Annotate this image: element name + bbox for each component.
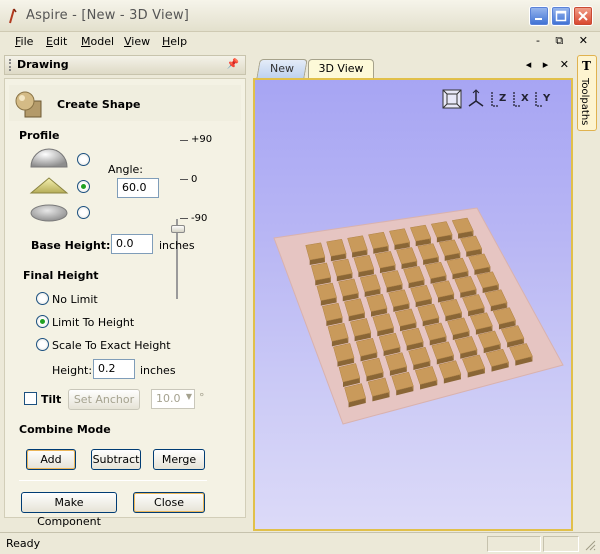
degree-symbol: ° xyxy=(199,391,205,404)
angle-label: Angle: xyxy=(108,163,144,176)
status-text: Ready xyxy=(6,537,41,550)
tab-nav-controls[interactable]: ◂ ▸ ✕ xyxy=(526,58,573,71)
tilt-label: Tilt xyxy=(41,393,62,406)
profile-radio-flat[interactable] xyxy=(77,206,90,219)
window-title: Aspire - [New - 3D View] xyxy=(26,8,190,23)
front-view-icon[interactable]: X xyxy=(509,88,531,110)
tilt-value-select[interactable]: 10.0 ▼ xyxy=(151,389,195,409)
profile-radio-cone[interactable] xyxy=(77,180,90,193)
slider-label-minus90: -90 xyxy=(191,213,208,224)
combine-mode-label: Combine Mode xyxy=(19,423,111,436)
menu-file[interactable]: File xyxy=(15,35,33,48)
chevron-down-icon: ▼ xyxy=(185,392,192,401)
final-height-radio-no-limit[interactable] xyxy=(36,292,49,305)
grip-handle[interactable] xyxy=(9,59,12,71)
angle-slider-thumb[interactable] xyxy=(171,225,185,233)
make-component-button[interactable]: Make Component xyxy=(21,492,117,528)
menu-help[interactable]: Help xyxy=(162,35,187,48)
base-height-label: Base Height: xyxy=(31,239,111,252)
tilt-checkbox[interactable] xyxy=(24,392,37,405)
base-height-input[interactable]: 0.0 xyxy=(111,234,153,254)
final-height-option-no-limit[interactable]: No Limit xyxy=(52,293,98,306)
merge-button[interactable]: Merge xyxy=(153,449,205,470)
axis-label-x: X xyxy=(521,93,529,104)
close-icon xyxy=(578,11,588,21)
final-height-label: Final Height xyxy=(23,269,99,282)
tab-3d-view[interactable]: 3D View xyxy=(308,59,374,79)
minimize-icon xyxy=(535,18,542,20)
angle-input[interactable]: 60.0 xyxy=(117,178,159,198)
document-tabs: New 3D View ◂ ▸ ✕ xyxy=(250,55,575,79)
toolpaths-label: Toolpaths xyxy=(579,78,590,126)
set-anchor-button[interactable]: Set Anchor xyxy=(68,389,140,410)
iso-view-icon[interactable] xyxy=(465,88,487,110)
tab-new-label: New xyxy=(270,62,294,75)
dome-profile-icon[interactable] xyxy=(29,147,69,169)
side-view-icon[interactable]: Y xyxy=(531,88,553,110)
final-height-radio-limit[interactable] xyxy=(36,315,49,328)
menu-view[interactable]: View xyxy=(124,35,150,48)
profile-radio-dome[interactable] xyxy=(77,153,90,166)
close-window-button[interactable] xyxy=(573,6,593,26)
create-shape-icon xyxy=(15,91,42,118)
slider-label-plus90: +90 xyxy=(191,134,213,145)
title-bar[interactable]: Aspire - [New - 3D View] xyxy=(0,0,600,32)
divider xyxy=(19,480,207,481)
toolpaths-tab[interactable]: T Toolpaths xyxy=(577,55,597,131)
3d-scene xyxy=(273,207,564,425)
height-input[interactable]: 0.2 xyxy=(93,359,135,379)
slider-label-0: 0 xyxy=(191,174,198,185)
axis-label-y: Y xyxy=(542,93,551,104)
maximize-icon xyxy=(555,10,567,22)
minimize-button[interactable] xyxy=(529,6,549,26)
tilt-value: 10.0 xyxy=(156,392,181,405)
menu-edit[interactable]: Edit xyxy=(46,35,67,48)
drawing-panel-header: Drawing 📌 xyxy=(4,55,246,75)
zoom-extents-icon[interactable] xyxy=(441,88,463,110)
create-shape-panel: Create Shape Profile Angle: 60.0 +90 0 -… xyxy=(4,78,246,528)
top-view-icon[interactable]: Z xyxy=(487,88,509,110)
pin-icon[interactable]: 📌 xyxy=(227,59,239,70)
status-cell-1 xyxy=(487,536,541,552)
status-bar: Ready xyxy=(0,532,600,554)
base-height-unit: inches xyxy=(159,239,195,252)
tab-new[interactable]: New xyxy=(256,59,308,79)
toolpaths-icon: T xyxy=(582,59,591,73)
menu-model[interactable]: Model xyxy=(81,35,114,48)
final-height-radio-scale[interactable] xyxy=(36,338,49,351)
flat-profile-icon[interactable] xyxy=(29,203,69,223)
menu-bar: File Edit Model View Help - ⧉ ✕ xyxy=(0,32,600,52)
maximize-button[interactable] xyxy=(551,6,571,26)
resize-grip-icon[interactable] xyxy=(584,539,596,551)
subtract-button[interactable]: Subtract xyxy=(91,449,141,470)
add-button[interactable]: Add xyxy=(26,449,76,470)
profile-label: Profile xyxy=(19,129,60,142)
create-shape-title: Create Shape xyxy=(57,98,141,111)
mdi-window-controls[interactable]: - ⧉ ✕ xyxy=(536,34,594,48)
drawing-panel-title: Drawing xyxy=(17,58,69,71)
slider-tick-mid xyxy=(180,179,188,180)
height-unit: inches xyxy=(140,364,176,377)
3d-viewport[interactable]: Z X Y xyxy=(253,78,573,531)
height-label: Height: xyxy=(52,364,93,377)
close-button[interactable]: Close xyxy=(133,492,205,513)
create-shape-header: Create Shape xyxy=(9,85,241,121)
slider-tick-top xyxy=(180,140,188,141)
status-cell-2 xyxy=(543,536,579,552)
final-height-option-scale[interactable]: Scale To Exact Height xyxy=(52,339,171,352)
view-area: New 3D View ◂ ▸ ✕ Z X Y xyxy=(250,55,575,531)
slider-tick-bottom xyxy=(180,218,188,219)
axis-label-z: Z xyxy=(499,93,506,104)
app-logo-icon xyxy=(9,8,17,24)
cone-profile-icon[interactable] xyxy=(29,175,69,195)
final-height-option-limit[interactable]: Limit To Height xyxy=(52,316,134,329)
